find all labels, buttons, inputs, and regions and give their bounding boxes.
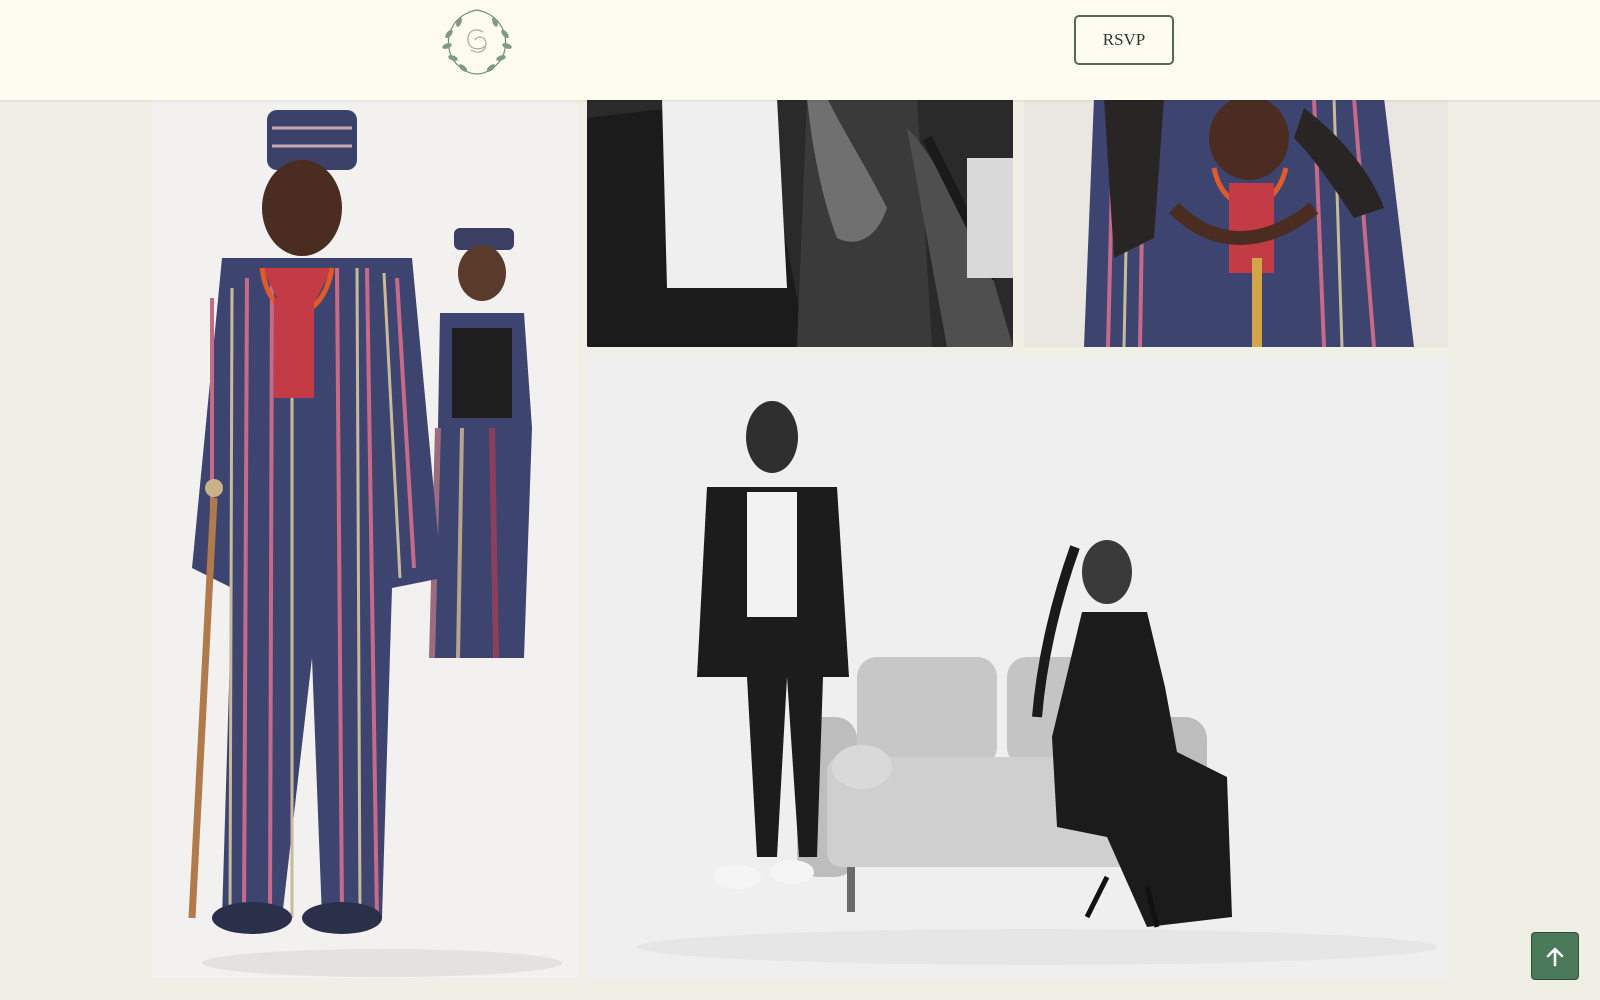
rsvp-button[interactable]: RSVP	[1074, 15, 1174, 65]
photo-couple-black-and-white-closeup[interactable]	[587, 98, 1013, 347]
photo-couple-traditional-attire[interactable]	[152, 98, 577, 978]
arrow-up-icon	[1546, 947, 1564, 967]
back-to-top-button[interactable]	[1531, 932, 1579, 980]
photo-icon	[587, 357, 1448, 978]
photo-icon	[1024, 98, 1448, 347]
page: RSVP	[0, 0, 1600, 1000]
monogram-wreath-icon	[442, 9, 512, 75]
site-header: RSVP	[0, 0, 1600, 100]
photo-icon	[152, 98, 577, 978]
photo-couple-sofa-black-and-white[interactable]	[587, 357, 1448, 978]
photo-couple-traditional-embrace[interactable]	[1024, 98, 1448, 347]
monogram-logo[interactable]	[433, 4, 521, 78]
photo-icon	[587, 98, 1013, 347]
